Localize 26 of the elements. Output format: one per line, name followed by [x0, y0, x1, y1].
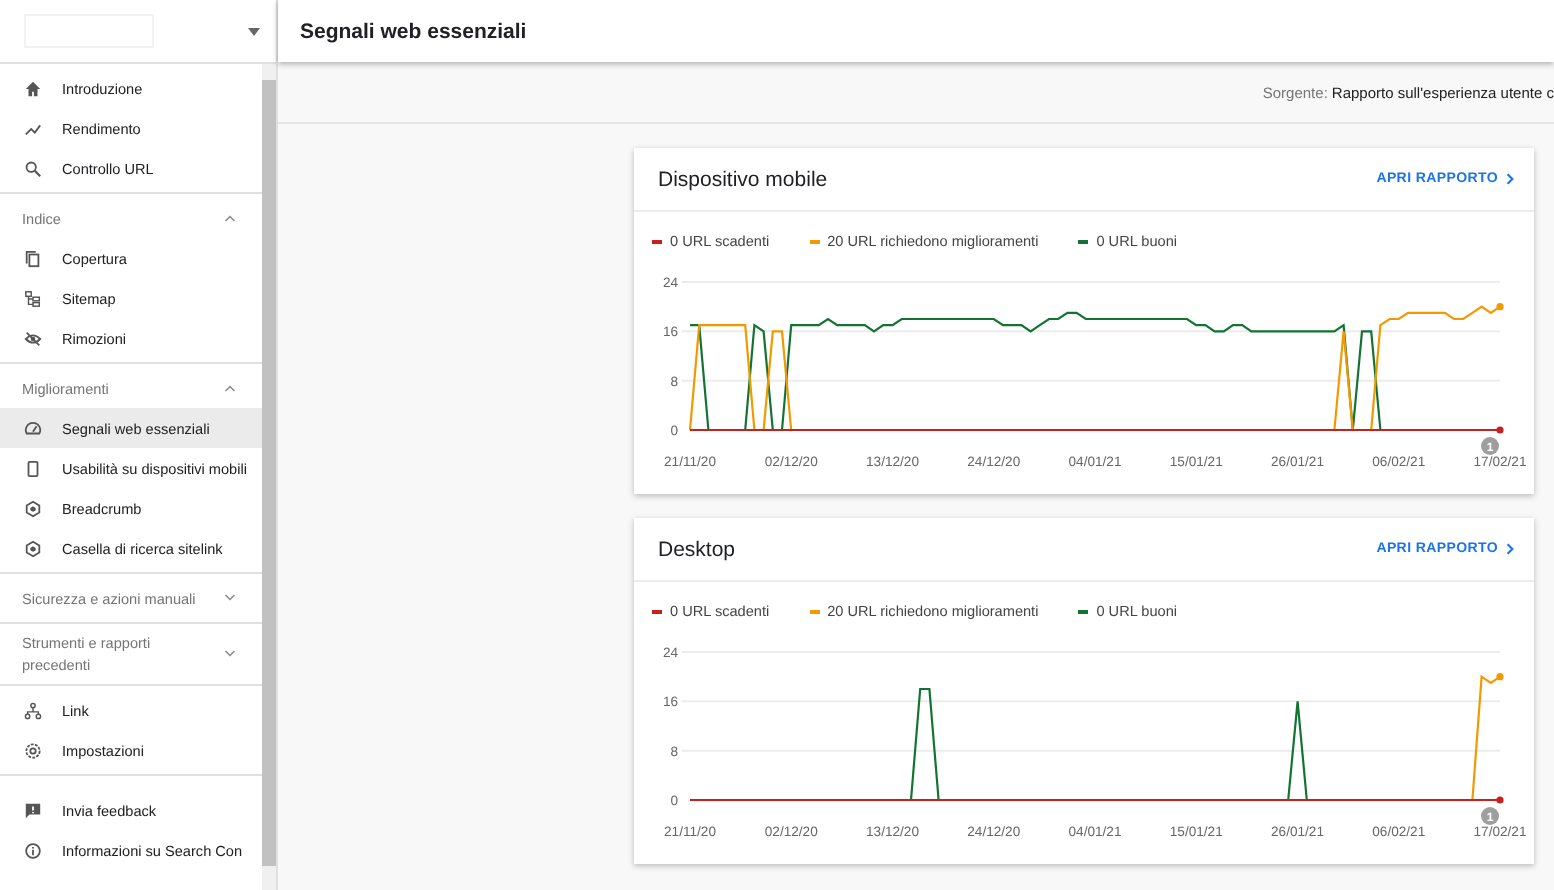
data-point-marker: [1496, 303, 1504, 311]
chevron-up-icon: [224, 384, 236, 392]
link-nodes-icon: [24, 701, 42, 719]
info-icon: [24, 841, 42, 859]
data-point-marker: [1496, 673, 1504, 681]
chevron-right-icon: [1506, 542, 1514, 556]
hidden-eye-icon: [24, 329, 42, 347]
sitemap-icon: [24, 289, 42, 307]
chevron-right-icon: [1506, 172, 1514, 186]
card-title: Dispositivo mobile: [658, 167, 828, 191]
home-icon: [24, 79, 42, 97]
chevron-up-icon: [224, 214, 236, 222]
feedback-icon: [24, 801, 42, 819]
settings-icon: [24, 741, 42, 759]
trend-line-icon: [24, 119, 42, 137]
data-point-marker: [1496, 796, 1504, 804]
documents-icon: [24, 249, 42, 267]
caret-icon[interactable]: [248, 27, 260, 35]
data-point-marker: [1496, 426, 1504, 434]
search-icon: [24, 159, 42, 177]
chevron-down-icon: [224, 594, 236, 602]
gauge-icon: [24, 419, 42, 437]
card-title: Desktop: [658, 537, 736, 561]
chevron-down-icon: [224, 650, 236, 658]
phone-icon: [24, 459, 42, 477]
page-title: Segnali web essenziali: [300, 19, 527, 43]
